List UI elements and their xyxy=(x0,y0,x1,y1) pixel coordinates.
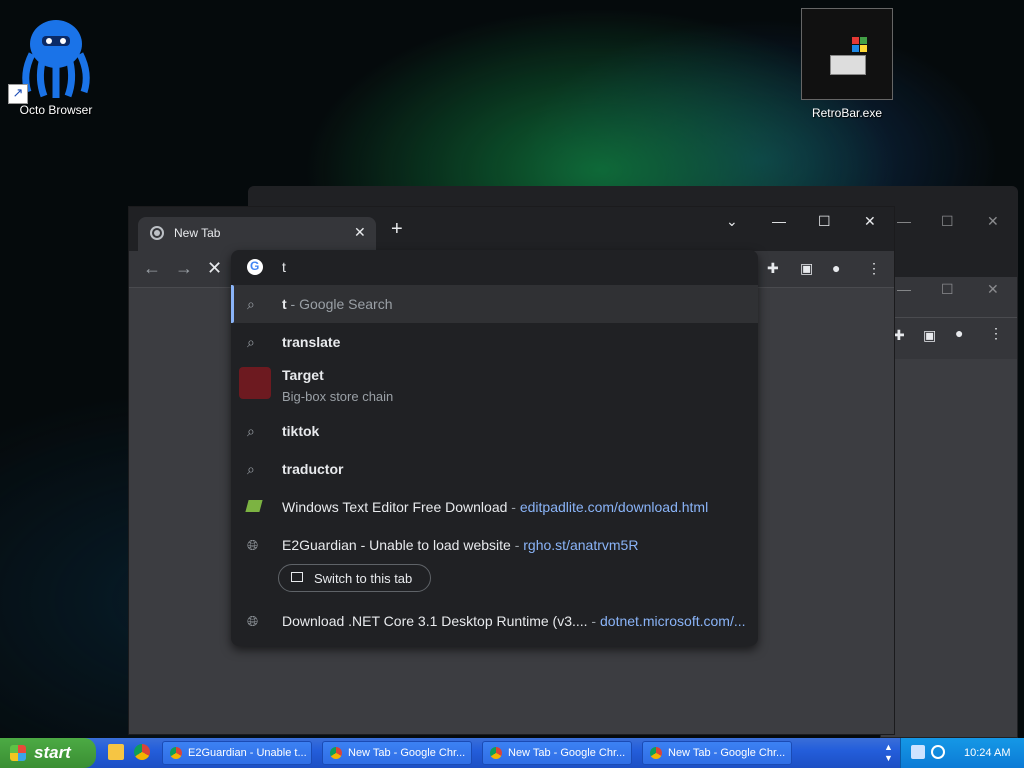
tab-strip: New Tab ✕ + ⌄ — ☐ ✕ xyxy=(129,207,894,251)
switch-to-tab-button[interactable]: Switch to this tab xyxy=(278,564,431,592)
taskbar: start E2Guardian - Unable t... New Tab -… xyxy=(0,738,1024,768)
switch-to-tab-label: Switch to this tab xyxy=(314,571,413,586)
search-icon: ⌕ xyxy=(247,296,255,312)
taskbar-button-label: E2Guardian - Unable t... xyxy=(188,747,307,759)
suggestion-dotnet[interactable]: 🌐︎ Download .NET Core 3.1 Desktop Runtim… xyxy=(231,602,758,640)
tab-search-chevron-icon[interactable]: ⌄ xyxy=(726,213,738,230)
desktop-icon-label: Octo Browser xyxy=(19,103,93,117)
suggestion-text: t - Google Search xyxy=(282,296,393,312)
taskbar-button-new-tab-2[interactable]: New Tab - Google Chr... xyxy=(482,741,632,765)
profile-icon[interactable]: ● xyxy=(955,325,963,341)
chrome-favicon-icon xyxy=(150,226,164,240)
minimize-icon[interactable]: — xyxy=(897,281,911,297)
taskbar-button-new-tab-1[interactable]: New Tab - Google Chr... xyxy=(322,741,472,765)
suggestion-text: Download .NET Core 3.1 Desktop Runtime (… xyxy=(282,613,746,629)
maximize-icon[interactable]: ☐ xyxy=(818,213,831,230)
retrobar-icon xyxy=(801,8,893,100)
search-icon: ⌕ xyxy=(247,334,255,350)
tab-new-tab[interactable]: New Tab ✕ xyxy=(138,217,376,251)
globe-icon: 🌐︎ xyxy=(247,613,259,629)
omnibox-input[interactable]: t xyxy=(231,250,758,284)
editpad-favicon-icon xyxy=(245,500,263,512)
search-icon: ⌕ xyxy=(247,461,255,477)
search-icon: ⌕ xyxy=(247,423,255,439)
suggestion-e2guardian[interactable]: 🌐︎ E2Guardian - Unable to load website -… xyxy=(231,526,758,564)
chrome-icon xyxy=(170,747,182,759)
google-icon xyxy=(247,259,263,275)
background-chrome-window-1[interactable]: — ☐ ✕ xyxy=(880,206,1018,278)
suggestion-tiktok[interactable]: ⌕ tiktok xyxy=(231,412,758,450)
side-panel-icon[interactable]: ▣ xyxy=(923,327,936,344)
taskbar-button-label: New Tab - Google Chr... xyxy=(668,747,786,759)
menu-icon[interactable]: ⋮ xyxy=(989,325,1003,342)
suggestion-translate[interactable]: ⌕ translate xyxy=(231,323,758,361)
start-button[interactable]: start xyxy=(0,738,96,768)
side-panel-icon[interactable]: ▣ xyxy=(800,260,816,276)
background-window-top-edge xyxy=(248,186,1018,208)
forward-arrow-icon[interactable]: → xyxy=(175,258,193,279)
suggestion-text: translate xyxy=(282,334,341,350)
suggestion-editpad[interactable]: Windows Text Editor Free Download - edit… xyxy=(231,488,758,526)
minimize-icon[interactable]: — xyxy=(772,213,786,229)
menu-icon[interactable]: ⋮ xyxy=(867,260,883,276)
extensions-icon[interactable]: ✚ xyxy=(767,260,783,276)
taskbar-button-new-tab-3[interactable]: New Tab - Google Chr... xyxy=(642,741,792,765)
close-icon[interactable]: ✕ xyxy=(987,213,999,230)
taskbar-button-label: New Tab - Google Chr... xyxy=(348,747,466,759)
omnibox-text[interactable]: t xyxy=(282,259,286,275)
tab-title: New Tab xyxy=(174,226,221,240)
taskbar-scroll-icon[interactable]: ▲ ▼ xyxy=(884,742,893,764)
start-label: start xyxy=(34,743,71,762)
taskbar-button-e2guardian[interactable]: E2Guardian - Unable t... xyxy=(162,741,312,765)
globe-icon: 🌐︎ xyxy=(247,537,259,553)
suggestion-subtext: Big-box store chain xyxy=(282,389,394,404)
suggestion-text: traductor xyxy=(282,461,344,477)
chrome-icon[interactable] xyxy=(134,744,150,760)
desktop-icon-retrobar[interactable]: RetroBar.exe xyxy=(799,8,895,120)
target-thumbnail-icon xyxy=(239,367,271,399)
taskbar-button-label: New Tab - Google Chr... xyxy=(508,747,626,759)
suggestion-text: Target xyxy=(282,367,324,383)
suggestion-google-search[interactable]: ⌕ t - Google Search xyxy=(231,285,758,323)
shortcut-arrow-icon: ↗ xyxy=(8,84,28,104)
tab-switch-icon xyxy=(291,572,303,582)
chrome-icon xyxy=(650,747,662,759)
background-chrome-window-2[interactable]: — ☐ ✕ ✚ ▣ ● ⋮ xyxy=(880,276,1018,738)
suggestion-target-entity[interactable]: Target Big-box store chain xyxy=(231,361,758,409)
maximize-icon[interactable]: ☐ xyxy=(941,281,954,298)
profile-icon[interactable]: ● xyxy=(832,260,848,276)
back-arrow-icon[interactable]: ← xyxy=(143,258,161,279)
suggestion-text: tiktok xyxy=(282,423,320,439)
system-tray: 10:24 AM xyxy=(900,738,1024,768)
windows-flag-icon xyxy=(10,745,26,761)
chrome-icon xyxy=(330,747,342,759)
tab-close-icon[interactable]: ✕ xyxy=(354,224,366,241)
clock[interactable]: 10:24 AM xyxy=(964,747,1010,759)
new-tab-plus-icon[interactable]: + xyxy=(391,219,403,239)
maximize-icon[interactable]: ☐ xyxy=(941,213,954,230)
refresh-icon[interactable] xyxy=(931,745,945,759)
close-icon[interactable]: ✕ xyxy=(987,281,999,298)
close-icon[interactable]: ✕ xyxy=(864,213,876,230)
chrome-icon xyxy=(490,747,502,759)
network-icon[interactable] xyxy=(911,745,925,759)
omnibox-dropdown: t ⌕ t - Google Search ⌕ translate Target… xyxy=(231,250,758,646)
minimize-icon[interactable]: — xyxy=(897,213,911,229)
folder-icon[interactable] xyxy=(108,744,124,760)
suggestion-traductor[interactable]: ⌕ traductor xyxy=(231,450,758,488)
suggestion-text: Windows Text Editor Free Download - edit… xyxy=(282,499,709,515)
stop-loading-icon[interactable]: ✕ xyxy=(207,258,222,279)
desktop-icon-octo-browser[interactable]: ↗ Octo Browser xyxy=(8,14,104,117)
suggestion-text: E2Guardian - Unable to load website - rg… xyxy=(282,537,639,553)
desktop-icon-label: RetroBar.exe xyxy=(811,106,883,120)
